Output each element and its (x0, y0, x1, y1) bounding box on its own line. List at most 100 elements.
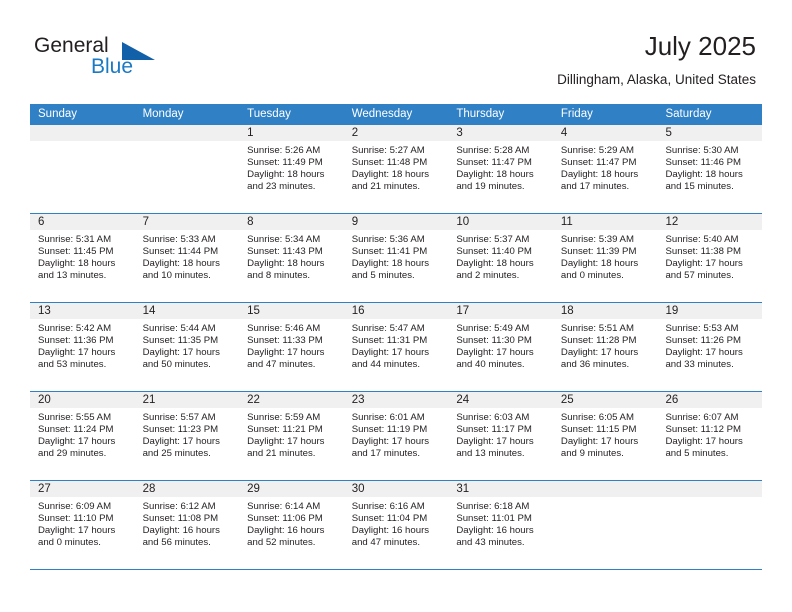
day-number-strip: 12 (657, 214, 763, 230)
calendar-day-cell[interactable]: 31 Sunrise: 6:18 AM Sunset: 11:01 PM Daylig… (448, 481, 553, 569)
day-details: Sunrise: 6:03 AM Sunset: 11:17 PM Daylight… (448, 408, 553, 460)
day-number-strip (30, 125, 135, 141)
calendar-day-cell[interactable]: 30 Sunrise: 6:16 AM Sunset: 11:04 PM Daylig… (343, 481, 449, 569)
daylight-text: Daylight: 18 hours and 21 minutes. (351, 169, 430, 193)
day-number-strip: 20 (30, 392, 135, 408)
sunrise-text: Sunrise: 5:46 AM (247, 323, 321, 334)
calendar-day-cell[interactable]: 28 Sunrise: 6:12 AM Sunset: 11:08 PM Daylig… (134, 481, 240, 569)
day-details: Sunrise: 5:57 AM Sunset: 11:23 PM Daylight… (135, 408, 240, 460)
sunrise-text: Sunrise: 5:33 AM (142, 234, 216, 245)
daylight-text: Daylight: 17 hours and 40 minutes. (456, 347, 534, 371)
day-number: 20 (38, 394, 51, 406)
daylight-text: Daylight: 16 hours and 43 minutes. (456, 525, 534, 549)
daylight-text: Daylight: 18 hours and 15 minutes. (665, 169, 743, 193)
sunrise-text: Sunrise: 5:44 AM (142, 323, 216, 334)
daylight-text: Daylight: 17 hours and 5 minutes. (665, 436, 743, 460)
day-number-strip: 30 (343, 481, 449, 497)
day-number-strip: 15 (239, 303, 344, 319)
day-number-strip: 29 (239, 481, 344, 497)
calendar-day-cell[interactable]: 11 Sunrise: 5:39 AM Sunset: 11:39 PM Daylig… (552, 214, 658, 302)
calendar-week-row: 13 Sunrise: 5:42 AM Sunset: 11:36 PM Daylig… (30, 303, 763, 392)
calendar-day-cell[interactable]: 6 Sunrise: 5:31 AM Sunset: 11:45 PM Dayligh… (30, 214, 135, 302)
calendar-day-cell[interactable]: 13 Sunrise: 5:42 AM Sunset: 11:36 PM Daylig… (30, 303, 135, 391)
weekday-header-thursday: Thursday (456, 108, 505, 120)
sunrise-text: Sunrise: 5:28 AM (456, 145, 530, 156)
calendar-day-cell[interactable]: 7 Sunrise: 5:33 AM Sunset: 11:44 PM Dayligh… (134, 214, 240, 302)
day-number-strip: 9 (343, 214, 449, 230)
sunset-text: Sunset: 11:06 PM (247, 513, 323, 525)
day-details: Sunrise: 6:09 AM Sunset: 11:10 PM Daylight… (30, 497, 135, 549)
daylight-text: Daylight: 18 hours and 17 minutes. (560, 169, 639, 193)
daylight-text: Daylight: 16 hours and 56 minutes. (142, 525, 220, 549)
day-number: 24 (456, 394, 470, 406)
sunset-text: Sunset: 11:28 PM (560, 335, 637, 347)
calendar-day-cell[interactable]: 19 Sunrise: 5:53 AM Sunset: 11:26 PM Daylig… (657, 303, 763, 391)
sunrise-text: Sunrise: 5:39 AM (560, 234, 634, 245)
calendar-day-cell[interactable]: 18 Sunrise: 5:51 AM Sunset: 11:28 PM Daylig… (552, 303, 658, 391)
daylight-text: Daylight: 17 hours and 9 minutes. (560, 436, 639, 460)
calendar-day-cell[interactable]: 16 Sunrise: 5:47 AM Sunset: 11:31 PM Daylig… (343, 303, 449, 391)
sunset-text: Sunset: 11:39 PM (560, 246, 637, 258)
calendar-day-cell[interactable]: 9 Sunrise: 5:36 AM Sunset: 11:41 PM Dayligh… (343, 214, 449, 302)
calendar-day-cell[interactable]: 26 Sunrise: 6:07 AM Sunset: 11:12 PM Daylig… (657, 392, 763, 480)
day-number: 22 (247, 394, 260, 406)
sunset-text: Sunset: 11:08 PM (142, 513, 219, 525)
weekday-header-friday: Friday (560, 108, 593, 120)
sunrise-text: Sunrise: 5:27 AM (351, 145, 425, 156)
day-number: 9 (351, 216, 359, 228)
day-number: 7 (142, 216, 149, 228)
calendar-day-cell[interactable]: 17 Sunrise: 5:49 AM Sunset: 11:30 PM Daylig… (448, 303, 553, 391)
calendar-day-cell[interactable]: 23 Sunrise: 6:01 AM Sunset: 11:19 PM Daylig… (343, 392, 449, 480)
calendar-day-cell[interactable]: 2 Sunrise: 5:27 AM Sunset: 11:48 PM Dayligh… (343, 125, 449, 213)
day-number: 28 (142, 483, 156, 495)
calendar-day-cell[interactable]: 12 Sunrise: 5:40 AM Sunset: 11:38 PM Daylig… (657, 214, 763, 302)
daylight-text: Daylight: 18 hours and 13 minutes. (38, 258, 116, 282)
calendar-day-cell[interactable]: 29 Sunrise: 6:14 AM Sunset: 11:06 PM Daylig… (239, 481, 344, 569)
day-details: Sunrise: 6:18 AM Sunset: 11:01 PM Daylight… (448, 497, 553, 549)
daylight-text: Daylight: 17 hours and 57 minutes. (665, 258, 743, 282)
weekday-header-row: Sunday Monday Tuesday Wednesday Thursday Frid… (30, 104, 762, 125)
calendar-day-cell[interactable]: 3 Sunrise: 5:28 AM Sunset: 11:47 PM Dayligh… (448, 125, 553, 213)
sunset-text: Sunset: 11:38 PM (665, 246, 742, 258)
calendar-day-cell[interactable]: 21 Sunrise: 5:57 AM Sunset: 11:23 PM Daylig… (134, 392, 240, 480)
day-number: 12 (665, 216, 679, 228)
sunrise-text: Sunrise: 6:18 AM (456, 501, 530, 512)
day-details: Sunrise: 6:01 AM Sunset: 11:19 PM Daylight… (344, 408, 449, 460)
calendar-day-cell[interactable]: 4 Sunrise: 5:29 AM Sunset: 11:47 PM Dayligh… (552, 125, 658, 213)
daylight-text: Daylight: 17 hours and 36 minutes. (560, 347, 639, 371)
calendar-day-cell[interactable]: 10 Sunrise: 5:37 AM Sunset: 11:40 PM Daylig… (448, 214, 553, 302)
calendar-day-cell[interactable]: 5 Sunrise: 5:30 AM Sunset: 11:46 PM Dayligh… (657, 125, 763, 213)
weekday-header-wednesday: Wednesday (351, 108, 413, 120)
day-details: Sunrise: 5:40 AM Sunset: 11:38 PM Daylight… (657, 230, 762, 282)
calendar-day-cell[interactable]: 14 Sunrise: 5:44 AM Sunset: 11:35 PM Daylig… (134, 303, 240, 391)
daylight-text: Daylight: 16 hours and 52 minutes. (247, 525, 325, 549)
sunset-text: Sunset: 11:43 PM (247, 246, 323, 258)
calendar-day-cell[interactable]: 27 Sunrise: 6:09 AM Sunset: 11:10 PM Daylig… (30, 481, 135, 569)
sunset-text: Sunset: 11:35 PM (142, 335, 219, 347)
calendar-day-cell[interactable]: 1 Sunrise: 5:26 AM Sunset: 11:49 PM Dayligh… (239, 125, 344, 213)
sunset-text: Sunset: 11:17 PM (456, 424, 532, 436)
day-number: 8 (247, 216, 254, 228)
calendar-day-cell[interactable]: 8 Sunrise: 5:34 AM Sunset: 11:43 PM Dayligh… (239, 214, 344, 302)
day-details: Sunrise: 5:59 AM Sunset: 11:21 PM Daylight… (239, 408, 344, 460)
sunrise-text: Sunrise: 6:01 AM (351, 412, 425, 423)
day-number-strip: 3 (448, 125, 553, 141)
page-title: July 2025 (644, 31, 756, 61)
calendar-day-cell[interactable]: 20 Sunrise: 5:55 AM Sunset: 11:24 PM Daylig… (30, 392, 135, 480)
day-number-strip: 8 (239, 214, 344, 230)
day-number: 26 (665, 394, 679, 406)
calendar-day-cell[interactable]: 25 Sunrise: 6:05 AM Sunset: 11:15 PM Daylig… (552, 392, 658, 480)
day-details: Sunrise: 5:37 AM Sunset: 11:40 PM Daylight… (448, 230, 553, 282)
calendar-day-cell[interactable]: 15 Sunrise: 5:46 AM Sunset: 11:33 PM Daylig… (239, 303, 344, 391)
sunset-text: Sunset: 11:21 PM (247, 424, 323, 436)
calendar-day-cell[interactable]: 24 Sunrise: 6:03 AM Sunset: 11:17 PM Daylig… (448, 392, 553, 480)
calendar-day-cell[interactable]: 22 Sunrise: 5:59 AM Sunset: 11:21 PM Daylig… (239, 392, 344, 480)
day-number: 13 (38, 305, 51, 317)
sunset-text: Sunset: 11:10 PM (38, 513, 114, 525)
general-blue-logo[interactable]: General Blue (34, 34, 214, 82)
day-number-strip: 27 (30, 481, 135, 497)
day-number: 23 (351, 394, 365, 406)
sunrise-text: Sunrise: 6:09 AM (38, 501, 112, 512)
sunset-text: Sunset: 11:40 PM (456, 246, 532, 258)
day-number-strip: 14 (134, 303, 240, 319)
